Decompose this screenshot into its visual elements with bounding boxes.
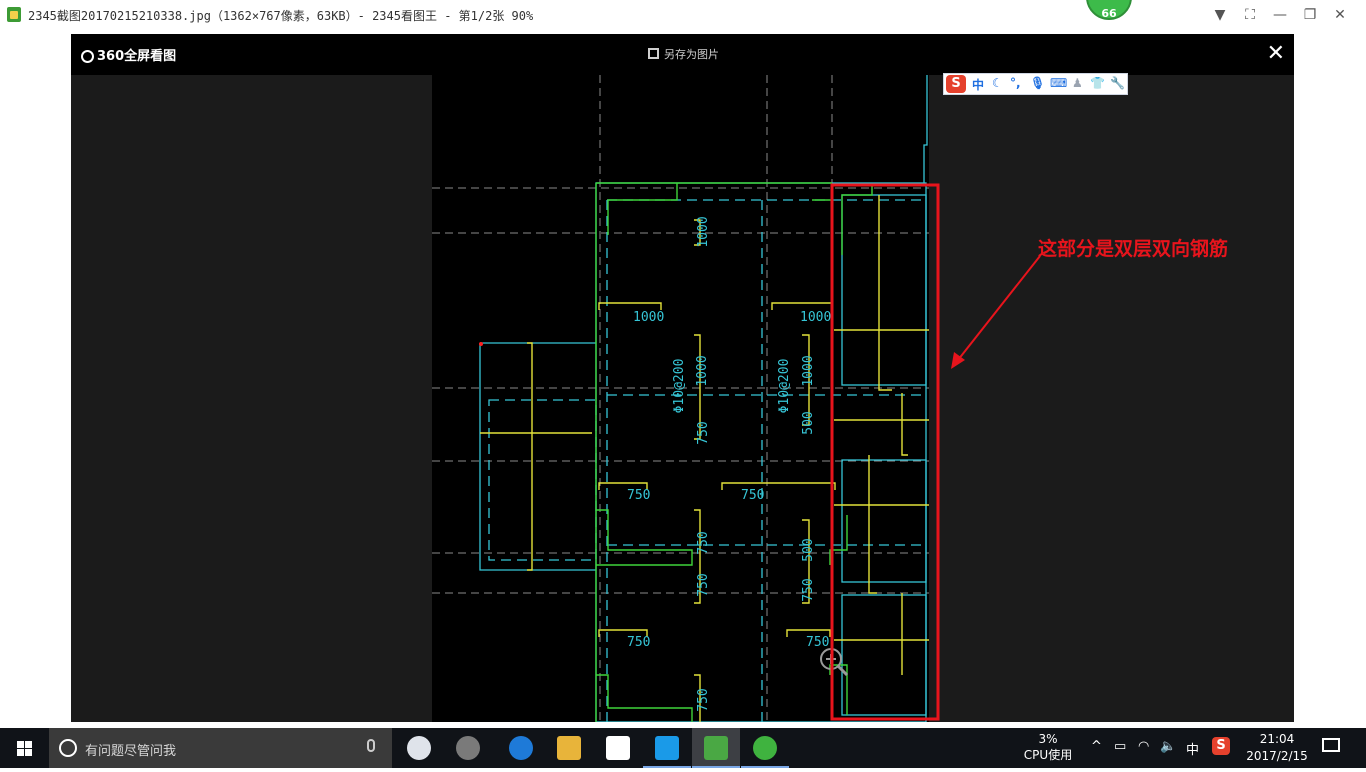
sogou-logo-icon[interactable]: S <box>946 75 966 93</box>
viewer-logo: 360全屏看图 <box>81 45 176 64</box>
dimension-label: 750 <box>696 531 711 554</box>
clock-date: 2017/2/15 <box>1246 749 1308 763</box>
folder-icon[interactable] <box>545 728 593 768</box>
tray-chevron-icon[interactable]: ^ <box>1091 739 1102 754</box>
save-icon <box>648 48 659 59</box>
title-bar: 2345截图20170215210338.jpg（1362×767像素，63KB… <box>0 0 1366 30</box>
dimension-label: 1000 <box>800 310 831 325</box>
mic-icon[interactable]: 🎙 <box>1030 76 1045 90</box>
image-viewer-icon[interactable] <box>692 728 740 768</box>
dimension-label: 750 <box>696 688 711 711</box>
annotation-text: 这部分是双层双向钢筋 <box>1038 238 1229 260</box>
search-placeholder: 有问题尽管问我 <box>85 744 177 759</box>
search-box[interactable]: 有问题尽管问我 <box>49 728 392 768</box>
close-icon[interactable]: ✕ <box>1328 4 1352 26</box>
app-icon <box>7 7 21 22</box>
shirt-icon[interactable]: 👕 <box>1090 76 1105 90</box>
battery-icon[interactable]: ▭ <box>1114 739 1126 754</box>
wifi-icon[interactable]: ◠ <box>1138 739 1149 754</box>
dimension-label: 1000 <box>696 216 711 247</box>
dimension-label: 750 <box>741 488 764 503</box>
windows-start-icon[interactable] <box>0 728 48 768</box>
dimension-label: 750 <box>696 421 711 444</box>
punctuation-icon[interactable]: °, <box>1010 76 1021 90</box>
flower-app-icon[interactable] <box>395 728 443 768</box>
dimension-label: 750 <box>801 578 816 601</box>
ime-toolbar: S 中 ☾ °, 🎙 ⌨ ♟ 👕 🔧 <box>943 73 1128 95</box>
viewer-close-button[interactable]: ✕ <box>1267 40 1285 68</box>
image-viewer: 360全屏看图 另存为图片 ✕ 1000 1000 1000 Φ10@200 1… <box>71 34 1294 722</box>
dimension-label: 1000 <box>633 310 664 325</box>
edge-icon[interactable] <box>497 728 545 768</box>
store-icon[interactable] <box>594 728 642 768</box>
microphone-icon[interactable] <box>367 739 375 752</box>
wrench-icon[interactable]: 🔧 <box>1110 76 1125 90</box>
dimension-label: Φ10@200 <box>777 359 792 414</box>
sogou-tray-icon[interactable]: S <box>1212 737 1230 755</box>
save-as-image-button[interactable]: 另存为图片 <box>648 46 719 62</box>
chevron-down-icon[interactable]: ▼ <box>1208 4 1232 26</box>
dimension-label: 500 <box>801 411 816 434</box>
dimension-label: 1000 <box>801 355 816 386</box>
taskbar: 有问题尽管问我 3% CPU使用 ^ ▭ ◠ 🔈 中 S 21:04 2017/… <box>0 728 1366 768</box>
volume-icon[interactable]: 🔈 <box>1160 739 1176 754</box>
cpu-value: 3% <box>1038 732 1058 746</box>
refresh-app-icon[interactable] <box>741 728 789 768</box>
dimension-label: 750 <box>627 488 650 503</box>
clock-time: 21:04 <box>1259 732 1295 746</box>
notification-center-icon[interactable] <box>1322 738 1340 752</box>
fullscreen-icon[interactable]: ⛶ <box>1238 4 1262 26</box>
tray-ime-mode[interactable]: 中 <box>1186 739 1199 758</box>
logo-icon <box>81 50 94 63</box>
clock[interactable]: 21:04 2017/2/15 <box>1244 731 1310 765</box>
dimension-label: 750 <box>627 635 650 650</box>
cortana-icon <box>59 739 77 757</box>
dimension-label: 500 <box>801 538 816 561</box>
user-icon[interactable]: ♟ <box>1072 76 1083 90</box>
cpu-label: CPU使用 <box>1023 748 1073 762</box>
browser-bell-icon[interactable] <box>444 728 492 768</box>
ime-mode-toggle[interactable]: 中 <box>972 76 984 93</box>
moon-icon[interactable]: ☾ <box>992 76 1003 90</box>
restore-icon[interactable]: ❐ <box>1298 4 1322 26</box>
cad-drawing[interactable]: 1000 1000 1000 Φ10@200 1000 Φ10@200 1000 750 500… <box>432 75 929 722</box>
dimension-label: 750 <box>696 573 711 596</box>
cpu-meter[interactable]: 3% CPU使用 <box>1022 731 1074 763</box>
dimension-label: Φ10@200 <box>672 359 687 414</box>
plus-app-icon[interactable] <box>643 728 691 768</box>
keyboard-icon[interactable]: ⌨ <box>1050 76 1067 90</box>
score-badge[interactable]: 66 <box>1086 0 1132 20</box>
window-title: 2345截图20170215210338.jpg（1362×767像素，63KB… <box>28 9 534 23</box>
zoom-in-icon[interactable] <box>818 646 850 678</box>
dimension-label: 1000 <box>695 355 710 386</box>
viewer-toolbar: 360全屏看图 另存为图片 ✕ <box>71 34 1294 75</box>
minimize-icon[interactable]: — <box>1268 4 1292 26</box>
